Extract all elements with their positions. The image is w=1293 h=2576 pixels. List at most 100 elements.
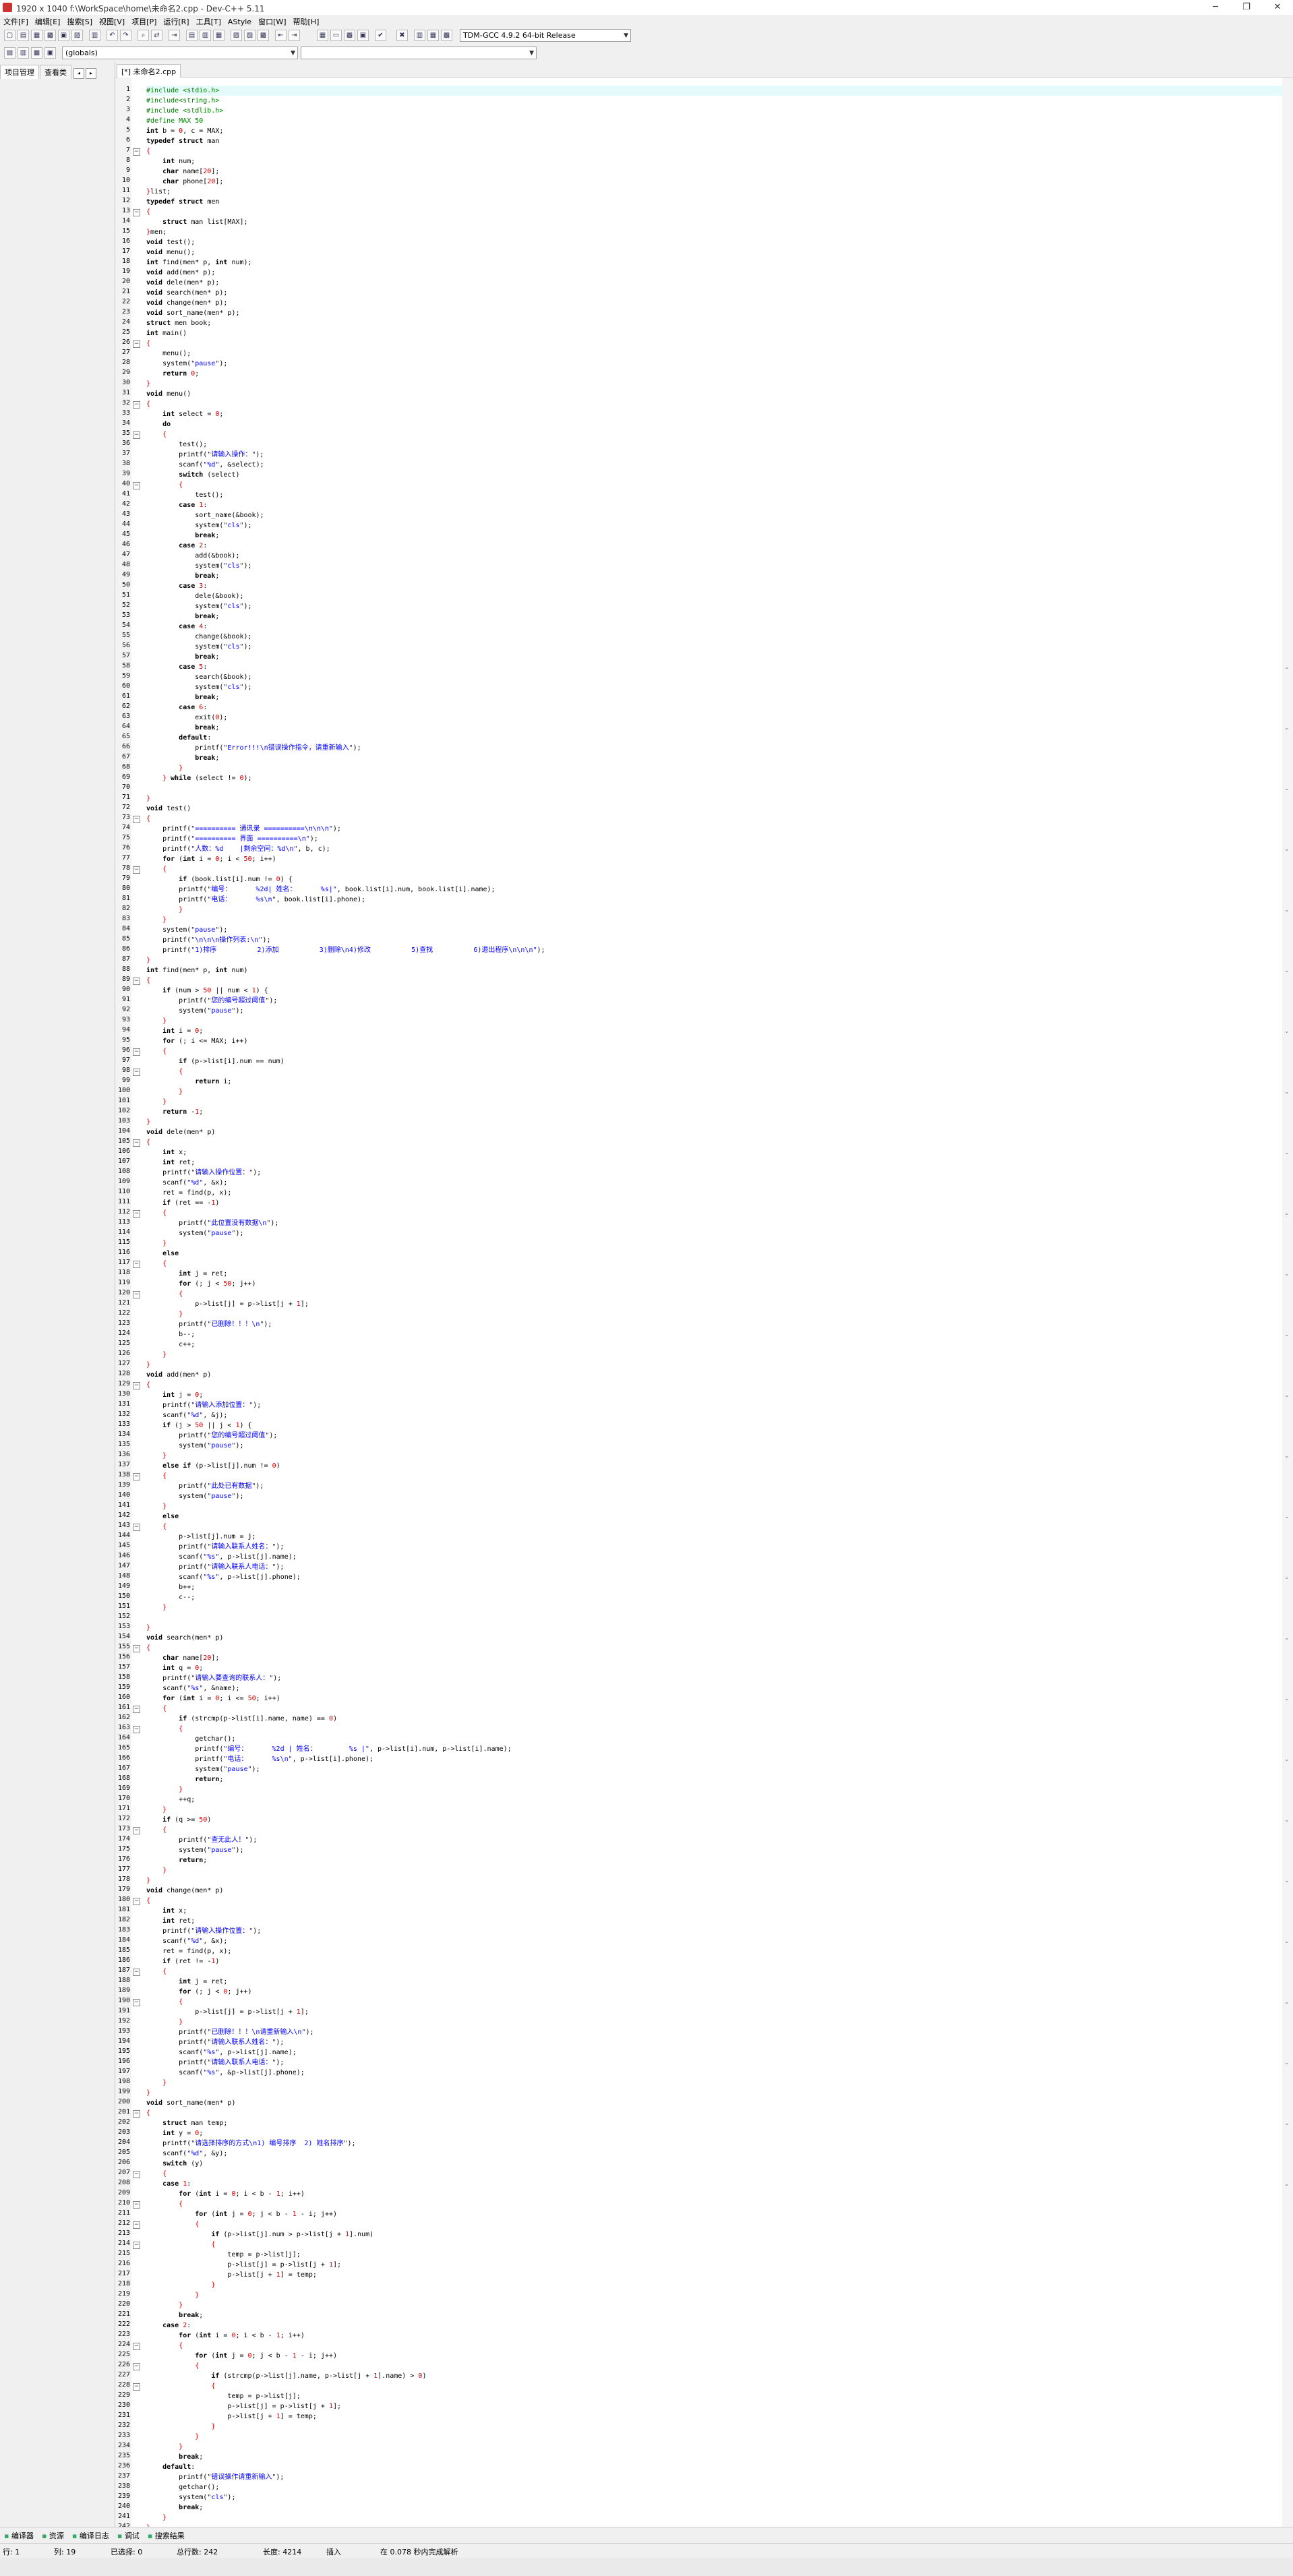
undo-icon[interactable]: ↶ xyxy=(107,30,118,41)
code-line[interactable]: } xyxy=(146,1876,150,1886)
code-line[interactable]: { xyxy=(146,1471,167,1481)
code-line[interactable]: #include <stdlib.h> xyxy=(146,106,223,116)
code-line[interactable]: } xyxy=(146,1785,183,1795)
code-line[interactable]: printf("请选择排序的方式\n1) 编号排序 2) 姓名排序"); xyxy=(146,2138,355,2149)
fold-toggle-icon[interactable]: − xyxy=(133,2110,140,2118)
indent-icon[interactable]: ⇤ xyxy=(275,30,287,41)
code-line[interactable]: { xyxy=(146,399,150,409)
code-line[interactable]: { xyxy=(146,480,183,490)
code-line[interactable]: printf("编号： %2d | 姓名： %s |", p->list[i].… xyxy=(146,1744,511,1754)
code-line[interactable]: system("pause"); xyxy=(146,1006,243,1016)
code-line[interactable]: getchar(); xyxy=(146,1734,235,1744)
fold-toggle-icon[interactable]: − xyxy=(133,978,140,985)
code-line[interactable]: printf("查无此人！"); xyxy=(146,1835,257,1845)
code-line[interactable]: } xyxy=(146,793,150,804)
code-line[interactable]: } xyxy=(146,1451,167,1461)
code-line[interactable]: printf("\n\n\n操作列表:\n"); xyxy=(146,935,270,945)
code-line[interactable]: { xyxy=(146,146,150,156)
code-line[interactable]: printf("请输入操作位置："); xyxy=(146,1926,261,1936)
code-line[interactable]: int num; xyxy=(146,156,195,167)
code-line[interactable]: return i; xyxy=(146,1077,231,1087)
code-line[interactable]: return -1; xyxy=(146,1107,203,1117)
code-line[interactable]: p->list[j] = p->list[j + 1]; xyxy=(146,2260,341,2270)
code-line[interactable]: else xyxy=(146,1511,179,1522)
fold-toggle-icon[interactable]: − xyxy=(133,866,140,874)
fold-toggle-icon[interactable]: − xyxy=(133,1706,140,1713)
code-line[interactable]: { xyxy=(146,1046,167,1056)
chevron-right-icon[interactable]: ▸ xyxy=(86,68,96,79)
vertical-scrollbar[interactable]: ⌄ ⌄ ⌄ ⌄ ⌄ ⌄ ⌄ ⌄ ⌄ ⌄ ⌄ ⌄ ⌄ ⌄ ⌄ ⌄ ⌄ ⌄ ⌄ ⌄ ⌄ ⌄ ⌄ ⌄ ⌄ ⌄ xyxy=(1282,78,1293,2527)
code-line[interactable]: printf("人数：%d |剩余空间：%d\n", b, c); xyxy=(146,844,330,854)
code-line[interactable]: { xyxy=(146,1643,150,1653)
code-line[interactable]: break; xyxy=(146,531,219,541)
code-line[interactable]: void dele(men* p); xyxy=(146,278,219,288)
find-icon[interactable]: ⌕ xyxy=(138,30,149,41)
code-line[interactable]: for (; j < 50; j++) xyxy=(146,1279,255,1289)
code-line[interactable]: break; xyxy=(146,652,219,662)
clean-icon[interactable]: ▩ xyxy=(441,30,452,41)
save-all-icon[interactable]: ▩ xyxy=(44,30,56,41)
code-line[interactable]: } xyxy=(146,1117,150,1127)
code-line[interactable]: { xyxy=(146,2361,199,2371)
tab-compiler[interactable]: ▪ 编译器 xyxy=(0,2527,38,2544)
code-line[interactable]: } xyxy=(146,1309,183,1319)
code-line[interactable]: c++; xyxy=(146,1340,195,1350)
code-line[interactable]: scanf("%s", p->list[j].name); xyxy=(146,2047,297,2058)
code-line[interactable]: void menu(); xyxy=(146,247,195,258)
redo-icon[interactable]: ↷ xyxy=(120,30,131,41)
tab-debug[interactable]: ▪ 调试 xyxy=(113,2527,144,2544)
code-line[interactable]: case 2: xyxy=(146,541,207,551)
code-line[interactable]: test(); xyxy=(146,490,223,500)
code-line[interactable]: void add(men* p); xyxy=(146,268,215,278)
code-line[interactable]: case 2: xyxy=(146,2320,191,2331)
fold-toggle-icon[interactable]: − xyxy=(133,148,140,156)
tab-class-browser[interactable]: 查看类 xyxy=(40,65,71,79)
code-line[interactable]: p->list[j] = p->list[j + 1]; xyxy=(146,2401,341,2412)
fold-toggle-icon[interactable]: − xyxy=(133,1261,140,1268)
code-line[interactable]: int ret; xyxy=(146,1916,195,1926)
menu-item[interactable]: 工具[T] xyxy=(193,15,224,28)
code-line[interactable]: } xyxy=(146,905,183,915)
code-line[interactable]: system("pause"); xyxy=(146,1491,243,1501)
code-line[interactable]: switch (select) xyxy=(146,470,239,480)
code-line[interactable]: printf("编号： %2d| 姓名： %s|", book.list[i].… xyxy=(146,885,495,895)
code-line[interactable]: p->list[j] = p->list[j + 1]; xyxy=(146,2007,309,2017)
code-line[interactable]: scanf("%s", &p->list[j].phone); xyxy=(146,2068,305,2078)
code-line[interactable]: break; xyxy=(146,753,219,763)
code-line[interactable]: for (int i = 0; i < b - 1; i++) xyxy=(146,2189,305,2199)
fold-toggle-icon[interactable]: − xyxy=(133,2201,140,2209)
menu-item[interactable]: 窗口[W] xyxy=(255,15,289,28)
code-line[interactable]: #include <stdio.h> xyxy=(146,86,1286,96)
code-line[interactable]: } xyxy=(146,1805,167,1815)
code-line[interactable]: change(&book); xyxy=(146,632,251,642)
code-line[interactable]: system("cls"); xyxy=(146,601,251,611)
code-line[interactable]: } xyxy=(146,2432,199,2442)
code-line[interactable]: printf("========== 界面 ==========\n"); xyxy=(146,834,318,844)
code-line[interactable]: int y = 0; xyxy=(146,2128,203,2138)
code-line[interactable]: search(&book); xyxy=(146,672,251,682)
code-line[interactable]: b--; xyxy=(146,1329,195,1340)
code-line[interactable]: do xyxy=(146,419,171,429)
code-line[interactable]: } xyxy=(146,1087,183,1097)
code-line[interactable]: for (; j < 0; j++) xyxy=(146,1987,251,1997)
code-line[interactable]: default: xyxy=(146,733,211,743)
toggle-bookmark-icon[interactable]: ▥ xyxy=(18,47,29,59)
code-line[interactable]: } xyxy=(146,955,150,965)
code-line[interactable]: else if (p->list[j].num != 0) xyxy=(146,1461,280,1471)
code-line[interactable]: int find(men* p, int num); xyxy=(146,258,252,268)
code-line[interactable]: { xyxy=(146,1896,150,1906)
compile-icon[interactable]: ▦ xyxy=(317,30,328,41)
goto-bookmark-icon[interactable]: ▦ xyxy=(31,47,42,59)
code-line[interactable]: void change(men* p); xyxy=(146,298,227,308)
code-line[interactable]: { xyxy=(146,2381,215,2391)
code-line[interactable]: printf("您的编号超过阈值"); xyxy=(146,1431,277,1441)
code-line[interactable]: { xyxy=(146,2169,167,2179)
code-line[interactable]: { xyxy=(146,338,150,349)
code-line[interactable]: typedef struct men xyxy=(146,197,219,207)
code-line[interactable]: printf("请输入操作位置："); xyxy=(146,1168,261,1178)
code-line[interactable]: system("pause"); xyxy=(146,1441,243,1451)
code-line[interactable]: system("cls"); xyxy=(146,520,251,531)
code-line[interactable]: typedef struct man xyxy=(146,136,219,146)
code-line[interactable]: system("pause"); xyxy=(146,1228,243,1238)
code-line[interactable]: for (; i <= MAX; i++) xyxy=(146,1036,247,1046)
